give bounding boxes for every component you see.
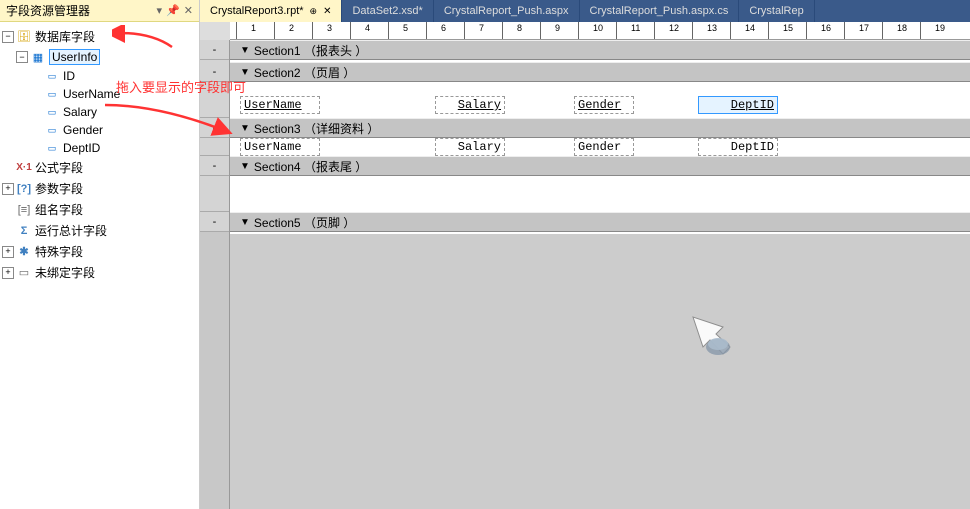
field-icon: ▭: [44, 69, 60, 83]
tree-param-fields[interactable]: + [?] 参数字段: [2, 178, 197, 199]
gutter-toggle-s5[interactable]: -: [200, 212, 229, 232]
formula-icon: X·1: [16, 161, 32, 175]
detail-field-salary[interactable]: Salary: [435, 138, 505, 156]
tree-field-deptid[interactable]: ▭ DeptID: [2, 139, 197, 157]
tree-table-userinfo[interactable]: − ▦ UserInfo: [2, 47, 197, 67]
tree-field-id[interactable]: ▭ ID: [2, 67, 197, 85]
section4-body[interactable]: [230, 176, 970, 212]
tree-db-fields[interactable]: − 🗄 数据库字段: [2, 26, 197, 47]
panel-pin-icon[interactable]: 📌: [166, 4, 180, 17]
section-gutter: - - - - -: [200, 40, 230, 509]
special-icon: ✱: [16, 245, 32, 259]
gutter-toggle-s2[interactable]: -: [200, 62, 229, 82]
report-sections: ▼ Section1 （报表头 ） ▼ Section2 （页眉 ） UserN…: [230, 40, 970, 509]
detail-field-gender[interactable]: Gender: [574, 138, 634, 156]
field-icon: ▭: [44, 141, 60, 155]
tree-unbound-fields[interactable]: + ▭ 未绑定字段: [2, 262, 197, 283]
section1-header[interactable]: ▼ Section1 （报表头 ）: [230, 40, 970, 60]
panel-header: 字段资源管理器 ▾ 📌 ✕: [0, 0, 199, 22]
gutter-toggle-s1[interactable]: -: [200, 40, 229, 60]
section3-header[interactable]: ▼ Section3 （详细资料 ）: [230, 118, 970, 138]
close-icon[interactable]: ✕: [323, 6, 331, 17]
panel-title: 字段资源管理器: [6, 2, 90, 19]
chevron-down-icon: ▼: [240, 67, 250, 78]
collapse-icon[interactable]: −: [16, 51, 28, 63]
sum-icon: Σ: [16, 224, 32, 238]
chevron-down-icon: ▼: [240, 217, 250, 228]
canvas-background: [230, 234, 970, 509]
expand-icon[interactable]: +: [2, 267, 14, 279]
header-field-salary[interactable]: Salary: [435, 96, 505, 114]
field-explorer-panel: 字段资源管理器 ▾ 📌 ✕ − 🗄 数据库字段 − ▦ UserInfo ▭ I…: [0, 0, 200, 509]
expand-icon[interactable]: +: [2, 246, 14, 258]
group-icon: [≡]: [16, 203, 32, 217]
section2-header[interactable]: ▼ Section2 （页眉 ）: [230, 62, 970, 82]
gutter-toggle-s3[interactable]: -: [200, 118, 229, 138]
header-field-username[interactable]: UserName: [240, 96, 320, 114]
chevron-down-icon: ▼: [240, 123, 250, 134]
field-icon: ▭: [44, 105, 60, 119]
tab-push-aspx[interactable]: CrystalReport_Push.aspx: [434, 0, 580, 22]
detail-field-username[interactable]: UserName: [240, 138, 320, 156]
expand-icon[interactable]: +: [2, 183, 14, 195]
chevron-down-icon: ▼: [240, 45, 250, 56]
tree-field-gender[interactable]: ▭ Gender: [2, 121, 197, 139]
section2-body[interactable]: UserName Salary Gender DeptID: [230, 82, 970, 118]
collapse-icon[interactable]: −: [2, 31, 14, 43]
tree-field-salary[interactable]: ▭ Salary: [2, 103, 197, 121]
header-field-gender[interactable]: Gender: [574, 96, 634, 114]
section4-header[interactable]: ▼ Section4 （报表尾 ）: [230, 156, 970, 176]
database-icon: 🗄: [16, 30, 32, 44]
param-icon: [?]: [16, 182, 32, 196]
section1-body[interactable]: [230, 60, 970, 62]
tab-crystalreport3[interactable]: CrystalReport3.rpt* ⊕ ✕: [200, 0, 342, 22]
gutter-toggle-s4[interactable]: -: [200, 156, 229, 176]
unbound-icon: ▭: [16, 266, 32, 280]
tree-special-fields[interactable]: + ✱ 特殊字段: [2, 241, 197, 262]
field-icon: ▭: [44, 123, 60, 137]
tree-field-username[interactable]: ▭ UserName: [2, 85, 197, 103]
tab-push-cs[interactable]: CrystalReport_Push.aspx.cs: [580, 0, 740, 22]
horizontal-ruler: [230, 22, 970, 40]
tab-dataset2[interactable]: DataSet2.xsd*: [342, 0, 433, 22]
section3-body[interactable]: UserName Salary Gender DeptID: [230, 138, 970, 156]
panel-close-icon[interactable]: ✕: [184, 4, 193, 17]
main-area: CrystalReport3.rpt* ⊕ ✕ DataSet2.xsd* Cr…: [200, 0, 970, 509]
header-field-deptid[interactable]: DeptID: [698, 96, 778, 114]
chevron-down-icon: ▼: [240, 161, 250, 172]
section5-body[interactable]: [230, 232, 970, 234]
panel-menu-icon[interactable]: ▾: [157, 4, 163, 17]
detail-field-deptid[interactable]: DeptID: [698, 138, 778, 156]
tree-group-fields[interactable]: [≡] 组名字段: [2, 199, 197, 220]
field-tree: − 🗄 数据库字段 − ▦ UserInfo ▭ ID ▭ UserName: [0, 22, 199, 509]
table-icon: ▦: [30, 50, 46, 64]
design-surface: - - - - - ▼ Section1 （报表头 ） ▼ Section2 （…: [200, 40, 970, 509]
pin-icon[interactable]: ⊕: [310, 6, 318, 17]
tab-crystalrep[interactable]: CrystalRep: [739, 0, 814, 22]
tree-formula-fields[interactable]: X·1 公式字段: [2, 157, 197, 178]
tree-running-fields[interactable]: Σ 运行总计字段: [2, 220, 197, 241]
section5-header[interactable]: ▼ Section5 （页脚 ）: [230, 212, 970, 232]
document-tabs: CrystalReport3.rpt* ⊕ ✕ DataSet2.xsd* Cr…: [200, 0, 970, 22]
field-icon: ▭: [44, 87, 60, 101]
